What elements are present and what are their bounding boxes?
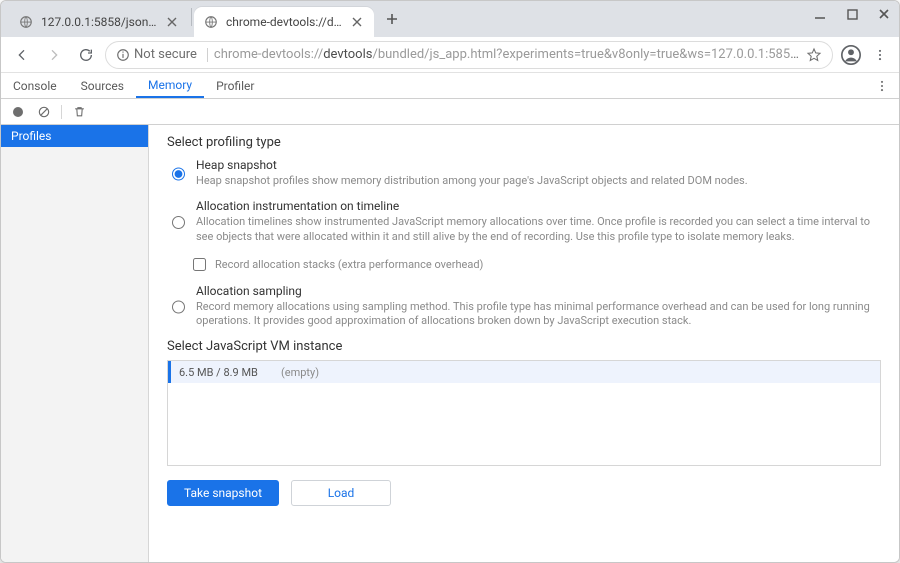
vm-memory: 6.5 MB / 8.9 MB: [171, 366, 281, 379]
option-desc: Record memory allocations using sampling…: [196, 300, 881, 330]
vm-instance-row[interactable]: 6.5 MB / 8.9 MB (empty): [168, 361, 880, 383]
devtools-tab-console[interactable]: Console: [1, 73, 69, 98]
option-label[interactable]: Allocation instrumentation on timeline: [196, 199, 881, 213]
toolbar-separator: [61, 105, 62, 119]
sidebar-item-profiles[interactable]: Profiles: [1, 125, 148, 147]
browser-tabstrip: 127.0.0.1:5858/json/list chrome-devtools…: [1, 1, 899, 37]
window-minimize-button[interactable]: [811, 5, 829, 23]
nav-reload-button[interactable]: [73, 42, 99, 68]
window-maximize-button[interactable]: [843, 5, 861, 23]
record-button[interactable]: [9, 103, 27, 121]
new-tab-button[interactable]: [378, 5, 406, 33]
devtools-tabstrip: Console Sources Memory Profiler: [1, 73, 899, 99]
security-indicator[interactable]: Not secure: [116, 47, 208, 62]
delete-button[interactable]: [70, 103, 88, 121]
profiling-option-heap: Heap snapshot Heap snapshot profiles sho…: [167, 158, 881, 189]
option-desc: Allocation timelines show instrumented J…: [196, 215, 881, 245]
devtools-body: Profiles Select profiling type Heap snap…: [1, 125, 899, 562]
clear-button[interactable]: [35, 103, 53, 121]
tab-close-icon[interactable]: [350, 15, 364, 29]
checkbox-record-allocation-stacks[interactable]: [193, 258, 206, 271]
tab-close-icon[interactable]: [165, 15, 179, 29]
browser-tab-title: chrome-devtools://devtools/bu: [226, 15, 344, 29]
security-label: Not secure: [134, 47, 197, 62]
info-icon: [116, 48, 130, 62]
option-desc: Heap snapshot profiles show memory distr…: [196, 174, 748, 189]
vm-heading: Select JavaScript VM instance: [167, 339, 881, 354]
browser-tab-0[interactable]: 127.0.0.1:5858/json/list: [9, 7, 189, 37]
devtools-panel: Console Sources Memory Profiler Profiles…: [1, 73, 899, 562]
profiles-sidebar: Profiles: [1, 125, 149, 562]
radio-alloc-sampling[interactable]: [172, 285, 185, 330]
option-label[interactable]: Heap snapshot: [196, 158, 748, 172]
profiling-option-alloc-sampling: Allocation sampling Record memory alloca…: [167, 284, 881, 330]
devtools-menu-button[interactable]: [871, 73, 893, 98]
load-button[interactable]: Load: [291, 480, 391, 506]
window-controls: [811, 5, 893, 23]
profiling-option-alloc-timeline: Allocation instrumentation on timeline A…: [167, 199, 881, 245]
window-close-button[interactable]: [875, 5, 893, 23]
bookmark-star-icon[interactable]: [806, 47, 822, 63]
profile-avatar-icon[interactable]: [839, 43, 863, 67]
nav-forward-button[interactable]: [41, 42, 67, 68]
tab-separator: [191, 8, 192, 26]
vm-instance-list: 6.5 MB / 8.9 MB (empty): [167, 360, 881, 466]
browser-toolbar: Not secure chrome-devtools://devtools/bu…: [1, 37, 899, 73]
memory-content: Select profiling type Heap snapshot Heap…: [149, 125, 899, 562]
browser-window: 127.0.0.1:5858/json/list chrome-devtools…: [0, 0, 900, 563]
radio-heap-snapshot[interactable]: [172, 159, 185, 189]
nav-back-button[interactable]: [9, 42, 35, 68]
url-bar[interactable]: Not secure chrome-devtools://devtools/bu…: [105, 41, 833, 69]
devtools-tab-profiler[interactable]: Profiler: [204, 73, 266, 98]
browser-menu-button[interactable]: [869, 48, 891, 62]
checkbox-label[interactable]: Record allocation stacks (extra performa…: [215, 258, 483, 271]
tab-favicon-globe-icon: [204, 15, 218, 29]
profiling-heading: Select profiling type: [167, 135, 881, 150]
tab-favicon-globe-icon: [19, 15, 33, 29]
radio-alloc-timeline[interactable]: [172, 200, 185, 245]
devtools-toolbar: [1, 99, 899, 125]
record-stacks-row: Record allocation stacks (extra performa…: [189, 255, 881, 274]
take-snapshot-button[interactable]: Take snapshot: [167, 480, 279, 506]
option-label[interactable]: Allocation sampling: [196, 284, 881, 298]
action-buttons: Take snapshot Load: [167, 480, 881, 506]
browser-tab-title: 127.0.0.1:5858/json/list: [41, 15, 159, 29]
browser-tab-1[interactable]: chrome-devtools://devtools/bu: [194, 7, 374, 37]
devtools-tab-memory[interactable]: Memory: [136, 73, 204, 98]
url-text: chrome-devtools://devtools/bundled/js_ap…: [214, 47, 800, 62]
vm-name: (empty): [281, 366, 319, 379]
sidebar-item-label: Profiles: [11, 129, 52, 143]
devtools-tab-sources[interactable]: Sources: [69, 73, 136, 98]
